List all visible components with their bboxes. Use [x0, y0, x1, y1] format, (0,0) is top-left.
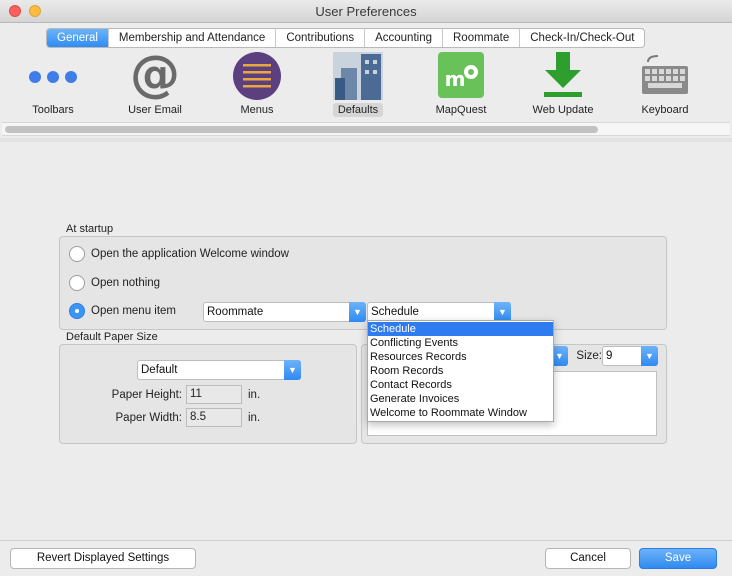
menu-lines-icon: [230, 48, 284, 100]
paper-width-unit: in.: [248, 412, 261, 424]
at-sign-icon: @: [128, 45, 182, 103]
menu-item-welcome-window[interactable]: Welcome to Roommate Window: [368, 406, 553, 420]
tab-membership-and-attendance[interactable]: Membership and Attendance: [109, 29, 277, 47]
tab-check-in-check-out[interactable]: Check-In/Check-Out: [520, 29, 644, 47]
window-title: User Preferences: [315, 4, 417, 19]
toolbar-item-label: MapQuest: [435, 104, 487, 116]
radio-button[interactable]: [69, 246, 85, 262]
startup-option-welcome[interactable]: Open the application Welcome window: [69, 245, 289, 263]
tab-roommate[interactable]: Roommate: [443, 29, 521, 47]
toolbar-item-menus[interactable]: Menus: [212, 48, 302, 117]
preferences-window: User Preferences General Membership and …: [0, 0, 732, 576]
startup-submenu-select[interactable]: Schedule ▼: [367, 302, 511, 322]
chevron-down-icon: ▼: [284, 360, 301, 380]
menu-item-contact-records[interactable]: Contact Records: [368, 378, 553, 392]
toolbar-item-user-email[interactable]: @ User Email: [110, 45, 200, 117]
menu-item-room-records[interactable]: Room Records: [368, 364, 553, 378]
toolbar-horizontal-scrollbar[interactable]: [2, 122, 730, 136]
toolbar-item-label: Menus: [240, 104, 274, 116]
startup-option-nothing[interactable]: Open nothing: [69, 274, 160, 292]
chevron-down-icon: ▼: [641, 346, 658, 366]
paper-width-label: Paper Width:: [115, 412, 182, 424]
radio-label: Open menu item: [91, 305, 177, 317]
paper-width-field[interactable]: 8.5: [186, 408, 242, 427]
scrollbar-thumb[interactable]: [5, 126, 598, 133]
startup-option-menu-item[interactable]: Open menu item: [69, 302, 176, 320]
toolbar-item-web-update[interactable]: Web Update: [518, 48, 608, 117]
select-value: Default: [141, 364, 178, 376]
toolbar-item-keyboard[interactable]: Keyboard: [620, 48, 710, 117]
toolbar-divider: [0, 138, 732, 142]
toolbar-item-label: Defaults: [332, 103, 384, 117]
startup-menu-select[interactable]: Roommate ▼: [203, 302, 366, 322]
startup-group-label: At startup: [66, 223, 114, 235]
building-icon: [331, 48, 385, 100]
select-value: Roommate: [207, 306, 264, 318]
chevron-down-icon: ▼: [494, 302, 511, 322]
toolbar-item-label: Web Update: [532, 104, 594, 116]
preferences-tab-bar: General Membership and Attendance Contri…: [46, 28, 646, 48]
toolbar-item-label: Toolbars: [32, 104, 74, 116]
svg-text:m: m: [445, 67, 466, 91]
download-arrow-icon: [536, 48, 590, 100]
paper-group-label: Default Paper Size: [66, 331, 158, 343]
tab-accounting[interactable]: Accounting: [365, 29, 443, 47]
keyboard-icon: [638, 48, 692, 100]
paper-height-field[interactable]: 11: [186, 385, 242, 404]
font-size-label: Size:: [576, 350, 602, 362]
tab-general[interactable]: General: [47, 29, 109, 47]
bottom-button-bar: Revert Displayed Settings Cancel Save: [0, 540, 732, 576]
menu-item-resources-records[interactable]: Resources Records: [368, 350, 553, 364]
paper-height-unit: in.: [248, 389, 261, 401]
revert-settings-button[interactable]: Revert Displayed Settings: [10, 548, 196, 569]
radio-button-selected[interactable]: [69, 303, 85, 319]
toolbar-item-toolbars[interactable]: Toolbars: [8, 48, 98, 117]
cancel-button[interactable]: Cancel: [545, 548, 631, 569]
radio-button[interactable]: [69, 275, 85, 291]
svg-text:@: @: [130, 48, 180, 100]
menu-item-schedule[interactable]: Schedule: [368, 322, 553, 336]
menu-item-conflicting-events[interactable]: Conflicting Events: [368, 336, 553, 350]
mapquest-icon: m: [434, 48, 488, 100]
save-button[interactable]: Save: [639, 548, 717, 569]
tab-contributions[interactable]: Contributions: [276, 29, 366, 47]
three-dots-icon: [26, 48, 80, 100]
radio-label: Open the application Welcome window: [91, 248, 289, 260]
font-size-select[interactable]: 9 ▼: [602, 346, 658, 366]
paper-size-select[interactable]: Default ▼: [137, 360, 301, 380]
radio-label: Open nothing: [91, 277, 161, 289]
close-window-button[interactable]: [9, 5, 21, 17]
preferences-icon-toolbar: Toolbars @ User Email Menus Defaults m M…: [0, 45, 732, 123]
toolbar-item-label: User Email: [128, 104, 182, 116]
toolbar-item-mapquest[interactable]: m MapQuest: [416, 48, 506, 117]
minimize-window-button[interactable]: [29, 5, 41, 17]
toolbar-item-label: Keyboard: [641, 104, 689, 116]
toolbar-item-defaults[interactable]: Defaults: [313, 48, 403, 117]
chevron-down-icon: ▼: [349, 302, 366, 322]
menu-item-generate-invoices[interactable]: Generate Invoices: [368, 392, 553, 406]
select-value: 9: [606, 350, 613, 362]
paper-height-label: Paper Height:: [111, 389, 182, 401]
submenu-dropdown-list: Schedule Conflicting Events Resources Re…: [367, 320, 554, 422]
title-bar: User Preferences: [0, 0, 732, 23]
select-value: Schedule: [371, 306, 419, 318]
